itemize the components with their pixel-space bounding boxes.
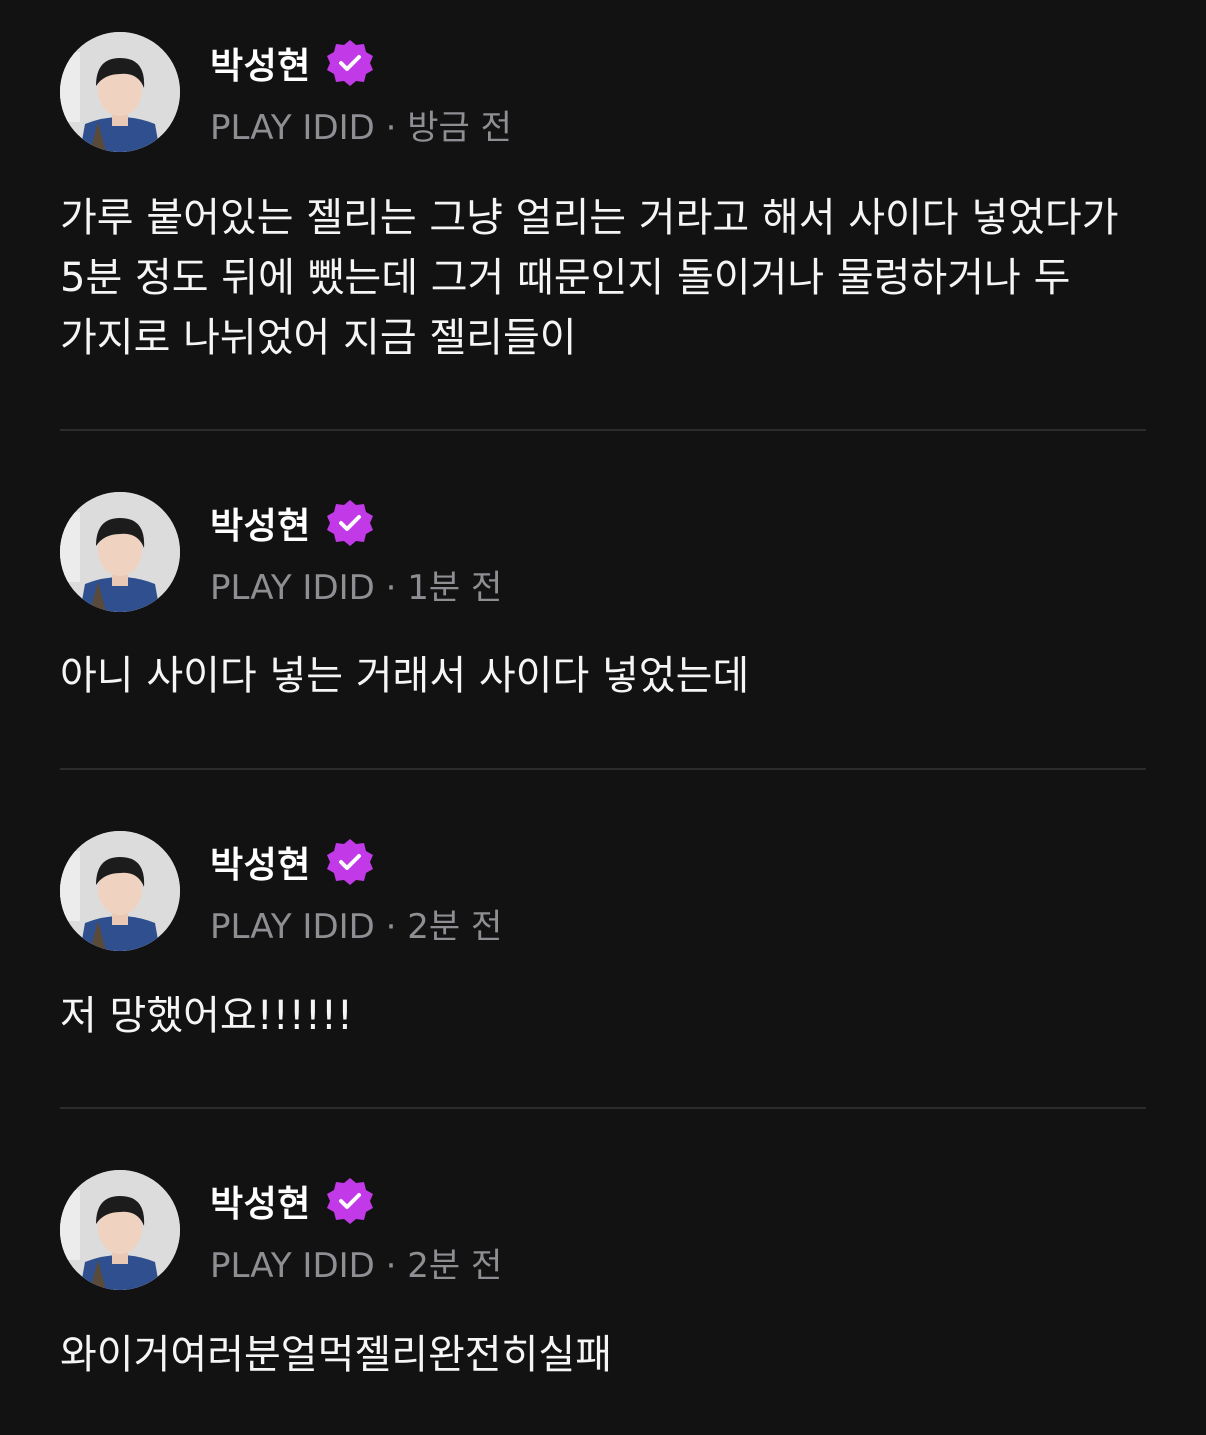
- post-body: 와이거여러분얼먹젤리완전히실패: [60, 1332, 612, 1378]
- post[interactable]: 박성현 PLAY IDID · 2분 전 와이거여러분얼먹젤리완전히실패: [60, 1170, 1146, 1378]
- author-line: 박성현: [210, 496, 375, 550]
- post-header: 박성현 PLAY IDID · 2분 전: [60, 1170, 1146, 1290]
- author-line: 박성현: [210, 1174, 375, 1228]
- post-meta: PLAY IDID · 2분 전: [210, 899, 502, 948]
- avatar[interactable]: [60, 32, 180, 152]
- author-name[interactable]: 박성현: [210, 497, 311, 549]
- avatar[interactable]: [60, 831, 180, 951]
- post-meta: PLAY IDID · 2분 전: [210, 1238, 502, 1287]
- post-header: 박성현 PLAY IDID · 2분 전: [60, 831, 1146, 951]
- timestamp: 2분 전: [407, 1246, 503, 1286]
- post[interactable]: 박성현 PLAY IDID · 1분 전 아니 사이다 넣는 거래서 사이다 넣…: [60, 492, 1146, 699]
- meta-separator: ·: [385, 1246, 397, 1286]
- source-label: PLAY IDID: [210, 568, 375, 608]
- post-meta: PLAY IDID · 1분 전: [210, 560, 502, 609]
- meta-separator: ·: [385, 907, 397, 947]
- avatar[interactable]: [60, 492, 180, 612]
- meta-separator: ·: [385, 108, 397, 148]
- divider: [60, 1107, 1146, 1109]
- source-label: PLAY IDID: [210, 1246, 375, 1286]
- author-line: 박성현: [210, 835, 375, 889]
- timestamp: 2분 전: [407, 907, 503, 947]
- verified-badge-icon: [326, 839, 373, 885]
- source-label: PLAY IDID: [210, 907, 375, 947]
- post-meta: PLAY IDID · 방금 전: [210, 100, 512, 149]
- verified-badge-icon: [326, 40, 373, 86]
- author-line: 박성현: [210, 36, 375, 90]
- post-body: 아니 사이다 넣는 거래서 사이다 넣었는데: [60, 653, 750, 699]
- verified-badge-icon: [326, 500, 373, 546]
- timestamp: 1분 전: [407, 568, 503, 608]
- meta-separator: ·: [385, 568, 397, 608]
- post[interactable]: 박성현 PLAY IDID · 방금 전 가루 붙어있는 젤리는 그냥 얼리는 …: [60, 32, 1146, 361]
- divider: [60, 768, 1146, 770]
- post-header: 박성현 PLAY IDID · 방금 전: [60, 32, 1146, 152]
- author-name[interactable]: 박성현: [210, 1175, 311, 1227]
- post-body: 가루 붙어있는 젤리는 그냥 얼리는 거라고 해서 사이다 넣었다가 5분 정도…: [60, 195, 1119, 361]
- divider: [60, 429, 1146, 431]
- author-name[interactable]: 박성현: [210, 836, 311, 888]
- author-name[interactable]: 박성현: [210, 37, 311, 89]
- source-label: PLAY IDID: [210, 108, 375, 148]
- post[interactable]: 박성현 PLAY IDID · 2분 전 저 망했어요!!!!!!: [60, 831, 1146, 1039]
- verified-badge-icon: [326, 1178, 373, 1224]
- post-body: 저 망했어요!!!!!!: [60, 993, 353, 1039]
- post-header: 박성현 PLAY IDID · 1분 전: [60, 492, 1146, 612]
- avatar[interactable]: [60, 1170, 180, 1290]
- timestamp: 방금 전: [407, 108, 512, 148]
